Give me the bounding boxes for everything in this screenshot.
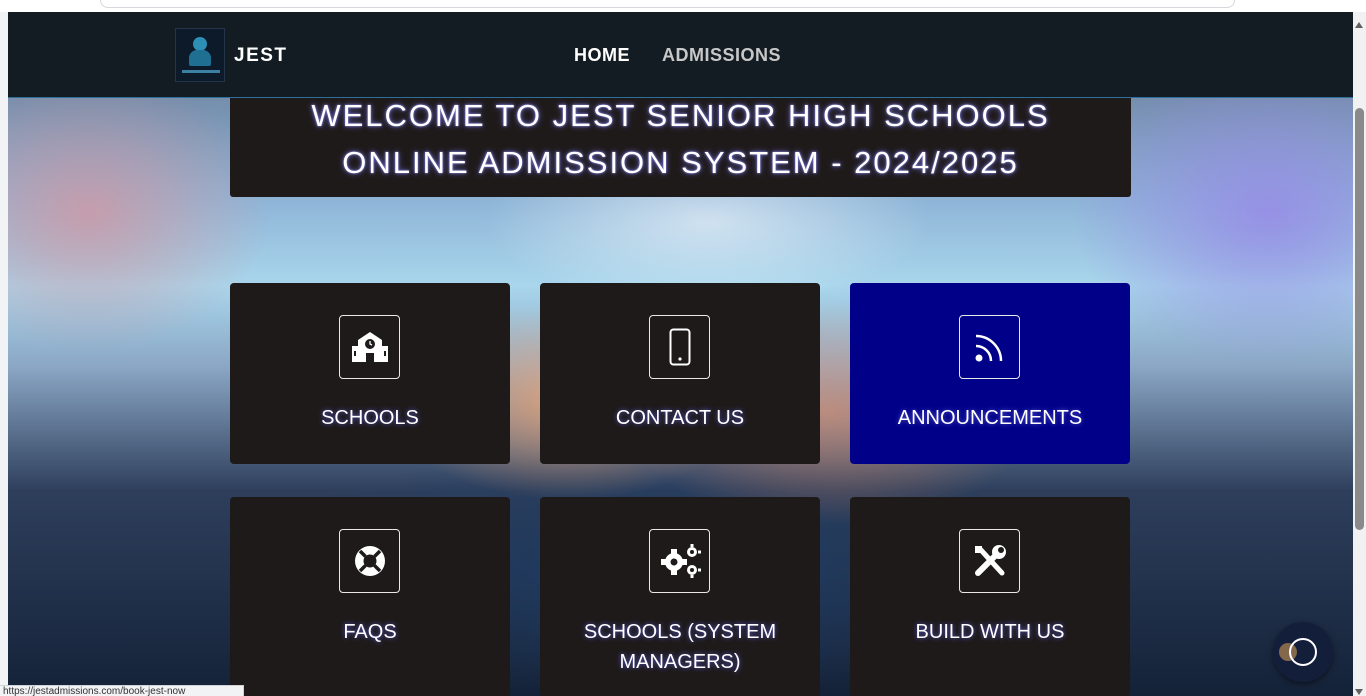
- tools-icon: [959, 529, 1020, 593]
- browser-viewport: JEST HOME ADMISSIONS WELCOME TO JEST SEN…: [0, 0, 1366, 696]
- scroll-up-arrow-icon[interactable]: [1355, 22, 1363, 28]
- navbar: JEST HOME ADMISSIONS: [8, 12, 1353, 98]
- card-label: SCHOOLS (SYSTEM MANAGERS): [583, 621, 777, 673]
- nav-admissions-link[interactable]: ADMISSIONS: [662, 45, 781, 66]
- card-label: ANNOUNCEMENTS: [897, 407, 1083, 429]
- jest-logo[interactable]: [175, 28, 225, 82]
- card-schools-system-managers[interactable]: SCHOOLS (SYSTEM MANAGERS): [540, 497, 820, 696]
- life-ring-icon: [339, 529, 400, 593]
- card-schools[interactable]: SCHOOLS: [230, 283, 510, 464]
- cogs-icon: [649, 529, 710, 593]
- card-label: BUILD WITH US: [915, 621, 1065, 643]
- page-content: JEST HOME ADMISSIONS WELCOME TO JEST SEN…: [8, 12, 1353, 696]
- brand-name[interactable]: JEST: [234, 45, 288, 67]
- card-announcements[interactable]: ANNOUNCEMENTS: [850, 283, 1130, 464]
- mobile-phone-icon: [649, 315, 710, 379]
- chat-ring-icon: [1289, 638, 1317, 666]
- browser-top-strip: [0, 0, 1366, 12]
- card-contact-us[interactable]: CONTACT US: [540, 283, 820, 464]
- card-label: CONTACT US: [615, 407, 745, 429]
- chat-widget-button[interactable]: [1273, 622, 1333, 682]
- page-scrollbar[interactable]: [1353, 12, 1366, 696]
- welcome-banner: WELCOME TO JEST SENIOR HIGH SCHOOLS ONLI…: [230, 98, 1131, 197]
- scrollbar-thumb[interactable]: [1355, 108, 1364, 530]
- card-faqs[interactable]: FAQS: [230, 497, 510, 696]
- school-icon: [339, 315, 400, 379]
- welcome-title-line-1: WELCOME TO JEST SENIOR HIGH SCHOOLS: [311, 98, 1050, 133]
- rss-feed-icon: [959, 315, 1020, 379]
- welcome-title-line-2: ONLINE ADMISSION SYSTEM - 2024/2025: [342, 145, 1019, 180]
- status-bar-url: https://jestadmissions.com/book-jest-now: [0, 685, 244, 696]
- nav-home-link[interactable]: HOME: [574, 45, 630, 66]
- card-build-with-us[interactable]: BUILD WITH US: [850, 497, 1130, 696]
- card-label: SCHOOLS: [321, 407, 419, 429]
- card-label: FAQS: [343, 621, 397, 643]
- scroll-down-arrow-icon[interactable]: [1355, 689, 1363, 695]
